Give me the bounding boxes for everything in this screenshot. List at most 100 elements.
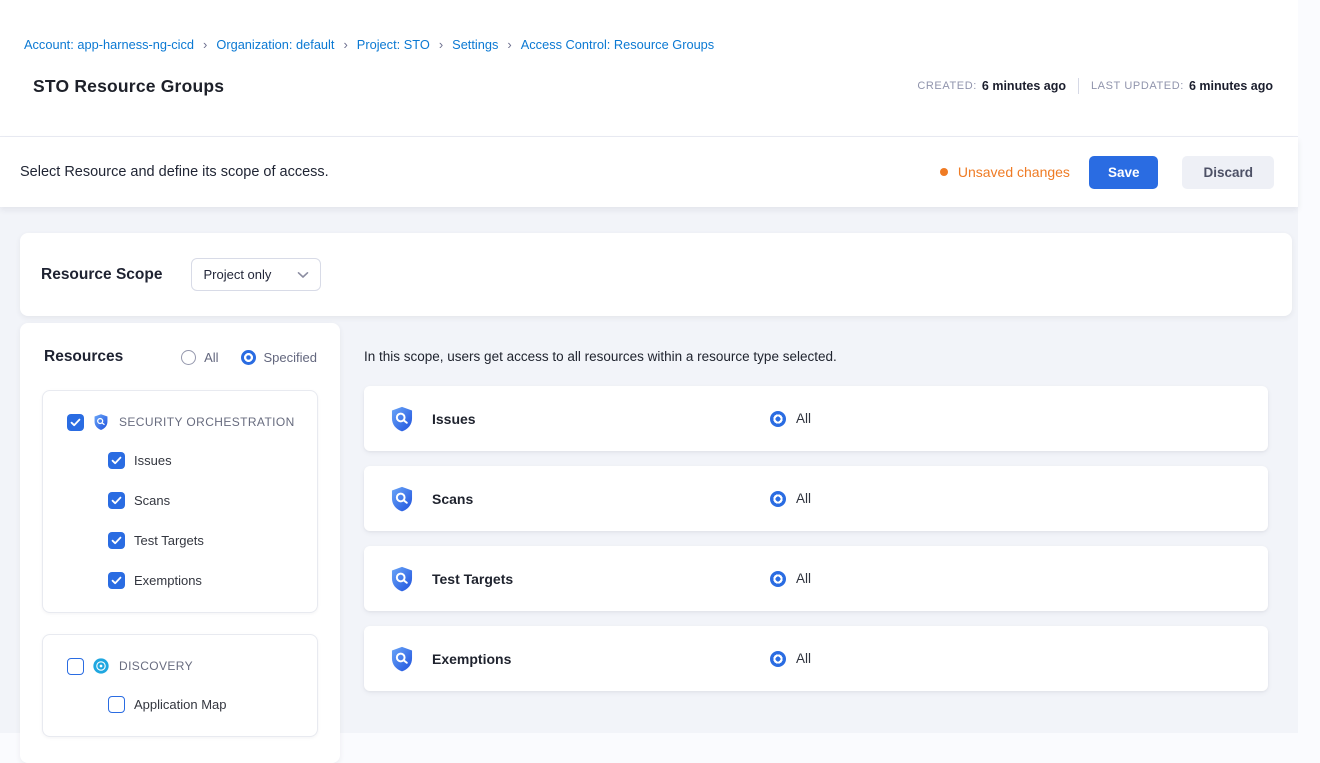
access-all-radio[interactable] (770, 491, 786, 507)
resource-row-title: Test Targets (432, 571, 770, 587)
last-updated-label: LAST UPDATED: (1091, 80, 1184, 92)
resource-type-checkbox[interactable] (108, 492, 125, 509)
page: Account: app-harness-ng-cicd›Organizatio… (0, 0, 1298, 733)
resource-group-header: SECURITY ORCHESTRATION (43, 404, 317, 440)
lower-section: Resources All Specified SECURITY ORCHEST… (20, 323, 1298, 763)
page-right-gutter (1298, 0, 1320, 733)
resource-groups-list: SECURITY ORCHESTRATION Issues Scans Test Ta… (20, 390, 340, 737)
resource-group-card: DISCOVERY Application Map (42, 634, 318, 737)
resources-panel: Resources All Specified SECURITY ORCHEST… (20, 323, 340, 763)
access-all-radio[interactable] (770, 651, 786, 667)
title-row: STO Resource Groups CREATED: 6 minutes a… (24, 74, 1273, 98)
group-checkbox[interactable] (67, 414, 84, 431)
group-label: SECURITY ORCHESTRATION (119, 415, 295, 429)
resource-type-item: Issues (43, 440, 317, 480)
unsaved-dot-icon (940, 168, 948, 176)
unsaved-changes-indicator: Unsaved changes (940, 164, 1070, 180)
resource-row-title: Issues (432, 411, 770, 427)
radio-option-all[interactable]: All (181, 350, 218, 365)
access-all-radio[interactable] (770, 571, 786, 587)
resource-row: Test Targets All (364, 546, 1268, 611)
resource-type-label: Test Targets (134, 533, 204, 548)
meta-divider (1078, 78, 1079, 94)
breadcrumb: Account: app-harness-ng-cicd›Organizatio… (24, 37, 1273, 53)
resource-row: Exemptions All (364, 626, 1268, 691)
scope-note: In this scope, users get access to all r… (364, 350, 1268, 364)
breadcrumb-link[interactable]: Organization: default (216, 37, 334, 53)
sto-shield-icon (388, 565, 416, 593)
group-checkbox[interactable] (67, 658, 84, 675)
breadcrumb-separator-icon: › (498, 37, 520, 53)
resource-group-header: DISCOVERY (43, 648, 317, 684)
resource-row: Scans All (364, 466, 1268, 531)
resource-type-label: Scans (134, 493, 170, 508)
resources-panel-header: Resources All Specified (44, 345, 317, 369)
check-icon (111, 536, 122, 545)
breadcrumb-link[interactable]: Project: STO (357, 37, 430, 53)
access-all-label: All (796, 571, 811, 586)
resource-type-label: Exemptions (134, 573, 202, 588)
access-all-label: All (796, 491, 811, 506)
meta-info: CREATED: 6 minutes ago LAST UPDATED: 6 m… (917, 78, 1273, 94)
resource-row-title: Exemptions (432, 651, 770, 667)
resources-title: Resources (44, 348, 123, 366)
resource-type-checkbox[interactable] (108, 696, 125, 713)
content: Resource Scope Project only Resources Al… (0, 207, 1298, 763)
resource-type-item: Exemptions (43, 560, 317, 600)
resource-scope-select[interactable]: Project only (191, 258, 321, 291)
resource-rows-list: IssuesAllScansAllTest TargetsAllExemptio… (364, 386, 1268, 691)
radio-all-label: All (204, 350, 218, 365)
access-all-label: All (796, 411, 811, 426)
resources-mode-radio-group: All Specified (159, 350, 317, 365)
sto-shield-icon (92, 413, 110, 431)
resource-scope-card: Resource Scope Project only (20, 233, 1292, 316)
breadcrumb-separator-icon: › (430, 37, 452, 53)
breadcrumb-separator-icon: › (334, 37, 356, 53)
breadcrumb-separator-icon: › (194, 37, 216, 53)
resource-type-label: Issues (134, 453, 172, 468)
resource-type-checkbox[interactable] (108, 532, 125, 549)
unsaved-changes-label: Unsaved changes (958, 164, 1070, 180)
breadcrumb-link[interactable]: Access Control: Resource Groups (521, 37, 714, 53)
access-all-radio[interactable] (770, 411, 786, 427)
check-icon (111, 496, 122, 505)
resource-type-checkbox[interactable] (108, 572, 125, 589)
toolbar-actions: Unsaved changes Save Discard (940, 156, 1274, 189)
check-icon (111, 576, 122, 585)
resource-type-item: Application Map (43, 684, 317, 724)
sto-shield-icon (388, 485, 416, 513)
resource-type-item: Scans (43, 480, 317, 520)
breadcrumb-link[interactable]: Account: app-harness-ng-cicd (24, 37, 194, 53)
toolbar-description: Select Resource and define its scope of … (20, 164, 329, 180)
radio-specified-icon[interactable] (241, 350, 256, 365)
save-button[interactable]: Save (1089, 156, 1159, 189)
radio-all-icon[interactable] (181, 350, 196, 365)
resource-scope-label: Resource Scope (41, 266, 162, 284)
check-icon (70, 418, 81, 427)
discard-button[interactable]: Discard (1182, 156, 1274, 189)
access-all-label: All (796, 651, 811, 666)
last-updated-value: 6 minutes ago (1189, 79, 1273, 93)
radio-option-specified[interactable]: Specified (241, 350, 317, 365)
resource-type-label: Application Map (134, 697, 227, 712)
created-label: CREATED: (917, 80, 977, 92)
toolbar: Select Resource and define its scope of … (0, 137, 1298, 207)
main-area: In this scope, users get access to all r… (364, 323, 1268, 763)
resource-type-item: Test Targets (43, 520, 317, 560)
sto-shield-icon (388, 405, 416, 433)
group-label: DISCOVERY (119, 659, 193, 673)
radio-specified-label: Specified (264, 350, 317, 365)
breadcrumb-link[interactable]: Settings (452, 37, 498, 53)
resource-type-checkbox[interactable] (108, 452, 125, 469)
resource-row: Issues All (364, 386, 1268, 451)
sto-shield-icon (388, 645, 416, 673)
discovery-icon (92, 657, 110, 675)
created-value: 6 minutes ago (982, 79, 1066, 93)
check-icon (111, 456, 122, 465)
resource-scope-selected-value: Project only (203, 267, 271, 282)
page-title: STO Resource Groups (33, 74, 224, 98)
chevron-down-icon (297, 271, 309, 279)
resource-row-title: Scans (432, 491, 770, 507)
resource-group-card: SECURITY ORCHESTRATION Issues Scans Test Ta… (42, 390, 318, 613)
page-header: Account: app-harness-ng-cicd›Organizatio… (0, 0, 1298, 137)
